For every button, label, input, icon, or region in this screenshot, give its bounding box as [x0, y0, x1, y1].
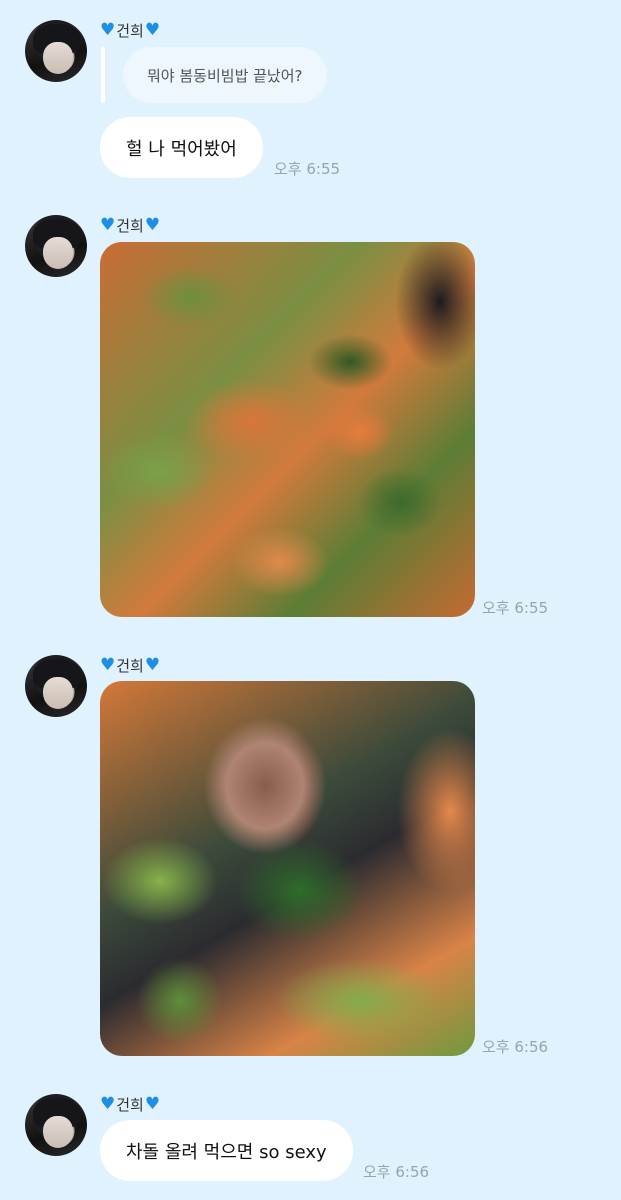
sender-name: ♥ 건희 ♥ [100, 215, 160, 235]
sender-label: 건희 [116, 21, 144, 40]
sender-label: 건희 [116, 216, 144, 235]
message-time: 오후 6:56 [363, 1163, 430, 1181]
avatar[interactable] [25, 215, 87, 277]
message-bubble[interactable]: 차돌 올려 먹으면 so sexy [100, 1120, 353, 1181]
avatar[interactable] [25, 20, 87, 82]
avatar[interactable] [25, 655, 87, 717]
quoted-message[interactable]: 뭐야 봄동비빔밥 끝났어? [123, 47, 327, 103]
sender-label: 건희 [116, 656, 144, 675]
photo-message[interactable] [100, 242, 475, 617]
blue-heart-icon: ♥ [144, 19, 161, 40]
blue-heart-icon: ♥ [144, 654, 161, 675]
sender-label: 건희 [116, 1095, 144, 1114]
avatar[interactable] [25, 1094, 87, 1156]
reply-indicator [101, 47, 105, 103]
blue-heart-icon: ♥ [100, 654, 116, 675]
photo-message[interactable] [100, 681, 475, 1056]
blue-heart-icon: ♥ [100, 19, 116, 40]
message-time: 오후 6:56 [482, 1038, 549, 1056]
message-bubble[interactable]: 헐 나 먹어봤어 [100, 117, 263, 178]
blue-heart-icon: ♥ [100, 214, 116, 235]
blue-heart-icon: ♥ [144, 214, 161, 235]
blue-heart-icon: ♥ [144, 1093, 161, 1114]
message-time: 오후 6:55 [274, 160, 341, 178]
blue-heart-icon: ♥ [100, 1093, 116, 1114]
sender-name: ♥ 건희 ♥ [100, 20, 160, 40]
sender-name: ♥ 건희 ♥ [100, 1094, 160, 1114]
sender-name: ♥ 건희 ♥ [100, 655, 160, 675]
message-time: 오후 6:55 [482, 599, 549, 617]
